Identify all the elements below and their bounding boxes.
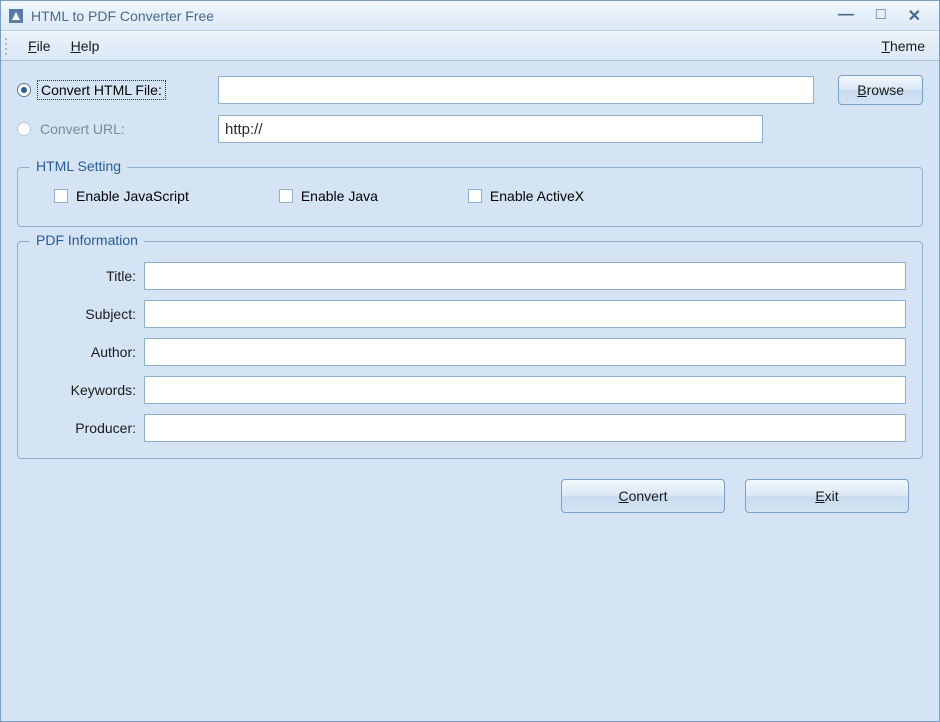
close-button[interactable]: ✕ [908,6,921,26]
html-setting-group: HTML Setting Enable JavaScript Enable Ja… [17,167,923,227]
producer-input[interactable] [144,414,906,442]
minimize-button[interactable]: — [838,6,854,26]
title-input[interactable] [144,262,906,290]
enable-js-checkbox[interactable] [54,189,68,203]
browse-button[interactable]: Browse [838,75,923,105]
url-input[interactable] [218,115,763,143]
html-setting-legend: HTML Setting [30,158,127,174]
subject-label: Subject: [34,306,144,322]
menu-help[interactable]: Help [61,36,110,56]
producer-label: Producer: [34,420,144,436]
subject-input[interactable] [144,300,906,328]
exit-button[interactable]: Exit [745,479,909,513]
convert-file-label[interactable]: Convert HTML File: [37,80,166,100]
author-label: Author: [34,344,144,360]
action-bar: Convert Exit [17,459,923,513]
enable-activex-label[interactable]: Enable ActiveX [490,188,584,204]
keywords-input[interactable] [144,376,906,404]
maximize-button[interactable]: □ [876,6,886,26]
pdf-info-legend: PDF Information [30,232,144,248]
convert-file-radio[interactable] [17,83,31,97]
menu-file[interactable]: File [18,36,61,56]
pdf-info-group: PDF Information Title: Subject: Author: … [17,241,923,459]
enable-js-label[interactable]: Enable JavaScript [76,188,189,204]
title-label: Title: [34,268,144,284]
enable-activex-checkbox[interactable] [468,189,482,203]
window-title: HTML to PDF Converter Free [31,8,838,24]
convert-url-label[interactable]: Convert URL: [37,120,128,138]
convert-url-radio[interactable] [17,122,31,136]
menu-bar: File Help Theme [1,31,939,61]
app-icon [7,7,25,25]
window-controls: — □ ✕ [838,6,933,26]
enable-java-checkbox[interactable] [279,189,293,203]
content-area: Convert HTML File: Browse Convert URL: H… [1,61,939,721]
convert-url-row: Convert URL: [17,115,923,143]
keywords-label: Keywords: [34,382,144,398]
enable-java-label[interactable]: Enable Java [301,188,378,204]
convert-button[interactable]: Convert [561,479,725,513]
menu-theme[interactable]: Theme [871,36,935,56]
convert-file-row: Convert HTML File: Browse [17,75,923,105]
author-input[interactable] [144,338,906,366]
title-bar: HTML to PDF Converter Free — □ ✕ [1,1,939,31]
app-window: HTML to PDF Converter Free — □ ✕ File He… [0,0,940,722]
menu-grip-icon [5,36,12,56]
file-path-input[interactable] [218,76,814,104]
